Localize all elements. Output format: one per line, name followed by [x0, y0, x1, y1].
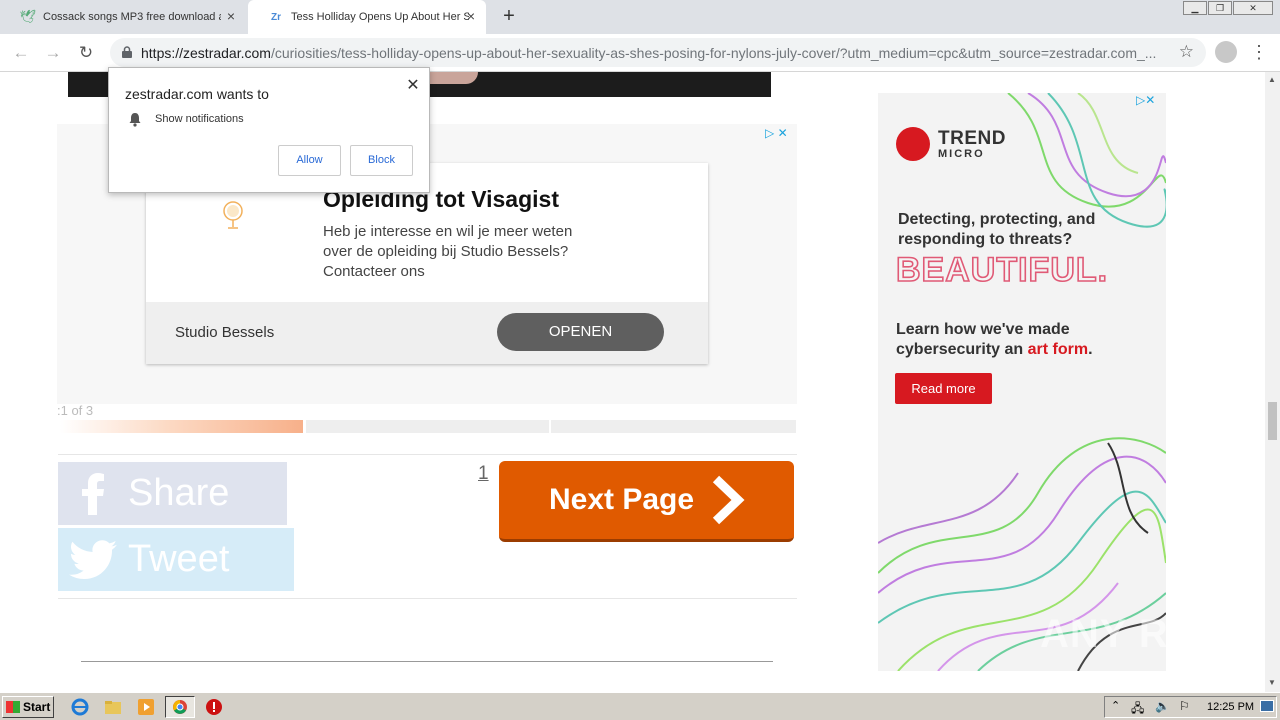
- lock-icon: [122, 46, 132, 58]
- ad-body: Heb je interesse en wil je meer weten ov…: [323, 223, 573, 280]
- reload-button[interactable]: ↻: [75, 42, 97, 64]
- chrome-taskbar-button[interactable]: [165, 696, 195, 718]
- windows-logo-icon: [6, 701, 20, 713]
- anyrun-watermark: ANY RUN: [1040, 612, 1229, 656]
- page-number-link[interactable]: 1: [478, 463, 489, 485]
- minimize-button[interactable]: ▁: [1183, 1, 1207, 15]
- allow-button[interactable]: Allow: [278, 145, 341, 176]
- twitter-bird-icon: [58, 528, 128, 591]
- adchoices-icon[interactable]: ▷ ✕: [765, 126, 788, 140]
- start-button[interactable]: Start: [2, 696, 54, 718]
- adchoices-icon[interactable]: ▷✕: [1136, 93, 1155, 107]
- ad-card[interactable]: Opleiding tot Visagist Heb je interesse …: [146, 163, 708, 364]
- show-desktop-icon[interactable]: [1260, 700, 1274, 712]
- trend-micro-logo: [896, 127, 930, 161]
- ad-headline: Detecting, protecting, and responding to…: [898, 211, 1096, 248]
- tab-strip: 🕊 Cossack songs MP3 free download a × Zr…: [0, 0, 1280, 34]
- ad-brand: Studio Bessels: [175, 324, 275, 341]
- new-tab-button[interactable]: +: [498, 5, 520, 27]
- network-icon[interactable]: 🖧: [1131, 699, 1144, 720]
- address-bar[interactable]: https://zestradar.com/curiosities/tess-h…: [110, 38, 1206, 67]
- forward-button[interactable]: →: [42, 42, 64, 64]
- tab-title: Cossack songs MP3 free download a: [43, 11, 221, 23]
- volume-icon[interactable]: 🔈: [1155, 699, 1170, 713]
- divider: [81, 661, 773, 662]
- tray-expand-icon[interactable]: ⌃: [1111, 699, 1120, 712]
- close-icon[interactable]: ✕: [406, 75, 420, 95]
- browser-menu-icon[interactable]: ⋮: [1250, 40, 1268, 64]
- share-label: Share: [128, 472, 230, 514]
- permission-text: Show notifications: [155, 113, 244, 125]
- scroll-up-icon[interactable]: ▲: [1268, 75, 1276, 84]
- tab-close-icon[interactable]: ×: [224, 9, 238, 23]
- progress-segment-3: [551, 420, 796, 433]
- chrome-icon: [173, 700, 187, 714]
- restore-button[interactable]: ❐: [1208, 1, 1232, 15]
- divider: [58, 454, 797, 455]
- read-more-button[interactable]: Read more: [895, 373, 992, 404]
- folder-icon[interactable]: [104, 698, 122, 716]
- bird-favicon-icon: 🕊: [19, 9, 37, 24]
- scroll-thumb[interactable]: [1268, 402, 1277, 440]
- progress-segment-1: [60, 420, 303, 433]
- tab-tess-holliday[interactable]: Zr Tess Holliday Opens Up About Her S ×: [248, 0, 486, 34]
- ad-subline: Learn how we've made cybersecurity an ar…: [896, 321, 1093, 358]
- slide-counter: :1 of 3: [57, 403, 94, 418]
- internet-explorer-icon[interactable]: [71, 698, 89, 716]
- flag-icon[interactable]: ⚐: [1179, 699, 1190, 713]
- tab-cossack-songs[interactable]: 🕊 Cossack songs MP3 free download a ×: [0, 0, 246, 34]
- twitter-tweet-button[interactable]: Tweet: [58, 528, 294, 591]
- system-tray: ⌃ 🖧 🔈 ⚐ 12:25 PM: [1104, 696, 1277, 718]
- next-page-label: Next Page: [549, 483, 695, 516]
- notification-permission-dialog: zestradar.com wants to ✕ Show notificati…: [108, 67, 430, 193]
- brand-name: TREND: [938, 128, 1006, 149]
- chevron-right-icon: [712, 475, 745, 525]
- facebook-share-button[interactable]: Share: [58, 462, 287, 525]
- scroll-down-icon[interactable]: ▼: [1268, 678, 1276, 687]
- url-text: https://zestradar.com/curiosities/tess-h…: [141, 45, 1157, 61]
- media-player-icon[interactable]: [137, 698, 155, 716]
- facebook-icon: [58, 462, 128, 525]
- taskbar: Start ⌃ 🖧 🔈 ⚐ 12:25 PM: [0, 692, 1280, 720]
- bell-icon: [129, 113, 141, 127]
- back-button[interactable]: ←: [10, 42, 32, 64]
- tab-close-icon[interactable]: ×: [464, 9, 478, 23]
- ad-footer: Studio Bessels OPENEN: [146, 302, 708, 364]
- zestradar-favicon-icon: Zr: [271, 11, 281, 23]
- stop-icon[interactable]: [205, 698, 223, 716]
- dialog-title: zestradar.com wants to: [125, 86, 269, 102]
- progress-segment-2: [306, 420, 549, 433]
- bookmark-star-icon[interactable]: ☆: [1179, 42, 1194, 62]
- mirror-icon: [223, 201, 243, 229]
- ad-big-word: BEAUTIFUL.: [895, 250, 1109, 290]
- ad-open-button[interactable]: OPENEN: [497, 313, 664, 351]
- brand-sub: MICRO: [938, 148, 985, 160]
- divider: [58, 598, 797, 599]
- trend-micro-ad[interactable]: ▷✕ TREND MICRO Detecting, protecting, an…: [878, 93, 1166, 671]
- tweet-label: Tweet: [128, 538, 230, 580]
- tab-title: Tess Holliday Opens Up About Her S: [291, 11, 469, 23]
- block-button[interactable]: Block: [350, 145, 413, 176]
- window-close-button[interactable]: ✕: [1233, 1, 1273, 15]
- page-scrollbar[interactable]: ▲ ▼: [1265, 72, 1280, 692]
- clock[interactable]: 12:25 PM: [1207, 701, 1254, 713]
- next-page-button[interactable]: Next Page: [499, 461, 794, 542]
- profile-avatar[interactable]: [1215, 41, 1237, 63]
